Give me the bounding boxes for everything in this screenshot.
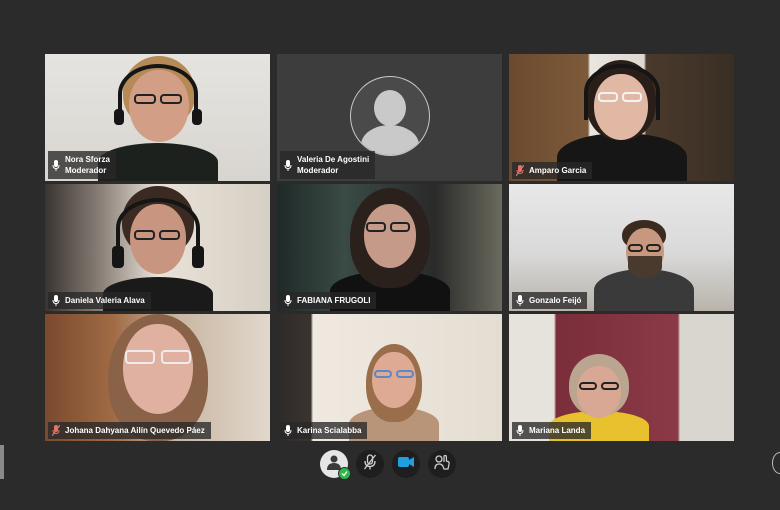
microphone-muted-icon	[52, 425, 60, 436]
participant-name: FABIANA FRUGOLI	[297, 296, 371, 305]
profile-status-button[interactable]	[320, 450, 351, 480]
share-screen-button[interactable]	[428, 450, 456, 478]
status-check-icon	[338, 467, 351, 480]
video-tile[interactable]: Daniela Valeria Alava	[45, 184, 270, 311]
microphone-icon	[284, 295, 292, 306]
participant-name-plate: Daniela Valeria Alava	[48, 292, 151, 309]
microphone-icon	[284, 159, 292, 171]
participant-role: Moderador	[65, 166, 107, 175]
video-tile[interactable]: Nora Sforza Moderador	[45, 54, 270, 181]
hand-pointer-icon	[434, 454, 450, 475]
microphone-muted-icon	[363, 453, 377, 475]
participant-name: Johana Dahyana Ailín Quevedo Páez	[65, 426, 205, 435]
meeting-toolbar	[320, 450, 456, 480]
video-tile[interactable]: Mariana Landa	[509, 314, 734, 441]
participant-name: Amparo Garcia	[529, 166, 587, 175]
participant-role: Moderador	[297, 166, 339, 175]
microphone-icon	[516, 425, 524, 436]
participant-name: Daniela Valeria Alava	[65, 296, 145, 305]
video-camera-icon	[398, 455, 414, 473]
participant-name-plate: Mariana Landa	[512, 422, 592, 439]
right-edge-button[interactable]	[772, 452, 780, 474]
participant-name-plate: Nora Sforza Moderador	[48, 151, 116, 179]
participant-name: Karina Scialabba	[297, 426, 362, 435]
microphone-icon	[52, 295, 60, 306]
video-grid: Nora Sforza Moderador Valeria De Agostin…	[45, 54, 735, 442]
video-tile[interactable]: Johana Dahyana Ailín Quevedo Páez	[45, 314, 270, 441]
camera-button[interactable]	[392, 450, 420, 478]
participant-name-plate: Johana Dahyana Ailín Quevedo Páez	[48, 422, 211, 439]
microphone-icon	[284, 425, 292, 436]
participant-name: Valeria De Agostini	[297, 155, 370, 164]
video-tile[interactable]: Amparo Garcia	[509, 54, 734, 181]
default-avatar-icon	[349, 76, 430, 156]
microphone-icon	[52, 159, 60, 171]
video-tile-active-speaker[interactable]: Gonzalo Feijó	[509, 184, 734, 311]
participant-name-plate: FABIANA FRUGOLI	[280, 292, 377, 309]
participant-name: Gonzalo Feijó	[529, 296, 582, 305]
video-tile[interactable]: Karina Scialabba	[277, 314, 502, 441]
video-tile[interactable]: FABIANA FRUGOLI	[277, 184, 502, 311]
mute-microphone-button[interactable]	[356, 450, 384, 478]
left-edge-handle[interactable]	[0, 445, 4, 479]
video-tile[interactable]: Valeria De Agostini Moderador	[277, 54, 502, 181]
participant-name-plate: Valeria De Agostini Moderador	[280, 151, 376, 179]
participant-name: Mariana Landa	[529, 426, 586, 435]
participant-name-plate: Amparo Garcia	[512, 162, 593, 179]
participant-name: Nora Sforza	[65, 155, 110, 164]
microphone-icon	[516, 295, 524, 306]
participant-name-plate: Gonzalo Feijó	[512, 292, 588, 309]
microphone-muted-icon	[516, 165, 524, 176]
participant-name-plate: Karina Scialabba	[280, 422, 368, 439]
